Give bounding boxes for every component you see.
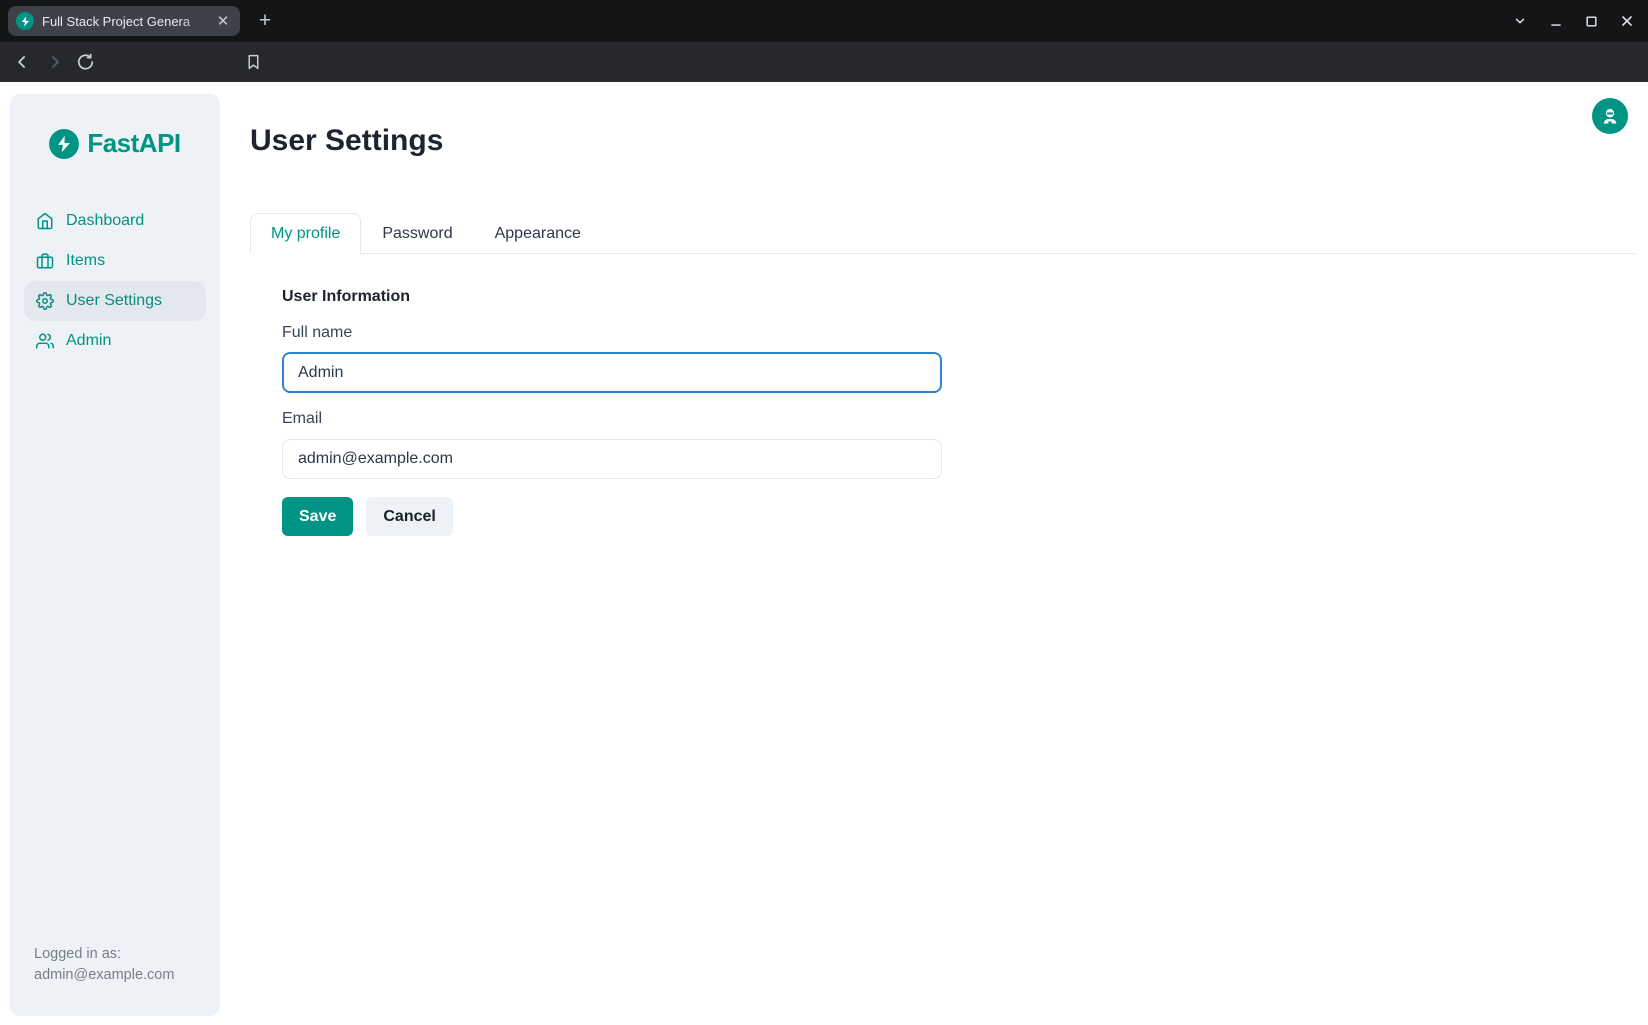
logged-in-email: admin@example.com — [34, 965, 174, 986]
home-icon — [36, 212, 54, 230]
close-icon[interactable] — [1620, 14, 1634, 28]
back-icon[interactable] — [12, 52, 32, 72]
sidebar-item-items[interactable]: Items — [24, 241, 206, 281]
page-title: User Settings — [250, 124, 443, 158]
cancel-button[interactable]: Cancel — [366, 497, 452, 536]
sidebar-item-label: Dashboard — [66, 212, 144, 230]
email-label: Email — [282, 410, 942, 428]
briefcase-icon — [36, 252, 54, 270]
brand-name: FastAPI — [87, 128, 180, 159]
full-name-input[interactable] — [282, 352, 942, 393]
maximize-icon[interactable] — [1585, 15, 1598, 28]
fastapi-logo-icon — [49, 129, 79, 159]
fastapi-favicon-icon — [16, 12, 34, 30]
tab-password[interactable]: Password — [361, 213, 473, 254]
logged-in-label: Logged in as: — [34, 944, 174, 965]
tab-my-profile[interactable]: My profile — [250, 213, 361, 254]
new-tab-button[interactable]: + — [252, 8, 278, 34]
bookmark-icon[interactable] — [245, 54, 262, 71]
brand-logo: FastAPI — [10, 128, 220, 159]
sidebar-item-label: Admin — [66, 332, 111, 350]
sidebar-item-user-settings[interactable]: User Settings — [24, 281, 206, 321]
user-information-form: User Information Full name Email Save Ca… — [282, 288, 942, 536]
settings-tabs: My profile Password Appearance — [250, 213, 1636, 254]
sidebar-item-dashboard[interactable]: Dashboard — [24, 201, 206, 241]
email-input[interactable] — [282, 439, 942, 479]
save-button[interactable]: Save — [282, 497, 353, 536]
logged-in-info: Logged in as: admin@example.com — [34, 944, 174, 986]
sidebar-item-label: Items — [66, 252, 105, 270]
tab-title: Full Stack Project Genera — [42, 14, 206, 29]
section-title: User Information — [282, 288, 942, 306]
minimize-icon[interactable] — [1549, 14, 1563, 28]
browser-window: Full Stack Project Genera ✕ + — [0, 0, 1648, 1025]
sidebar: FastAPI Dashboard Items User Settings — [10, 94, 220, 1016]
sidebar-nav: Dashboard Items User Settings Admin — [10, 201, 220, 361]
app-content: FastAPI Dashboard Items User Settings — [0, 82, 1648, 1025]
gear-icon — [36, 292, 54, 310]
tab-search-chevron-down-icon[interactable] — [1513, 14, 1527, 28]
user-menu-button[interactable] — [1592, 98, 1628, 134]
forward-icon[interactable] — [45, 52, 65, 72]
sidebar-item-admin[interactable]: Admin — [24, 321, 206, 361]
tab-close-icon[interactable]: ✕ — [214, 12, 232, 30]
full-name-label: Full name — [282, 324, 942, 342]
browser-navbar: i localhost/settings — [0, 42, 1648, 82]
browser-tab[interactable]: Full Stack Project Genera ✕ — [8, 6, 240, 36]
users-icon — [36, 332, 54, 350]
tab-appearance[interactable]: Appearance — [474, 213, 602, 254]
reload-icon[interactable] — [76, 53, 95, 72]
sidebar-item-label: User Settings — [66, 292, 162, 310]
user-astronaut-icon — [1600, 106, 1620, 126]
browser-titlebar: Full Stack Project Genera ✕ + — [0, 0, 1648, 42]
